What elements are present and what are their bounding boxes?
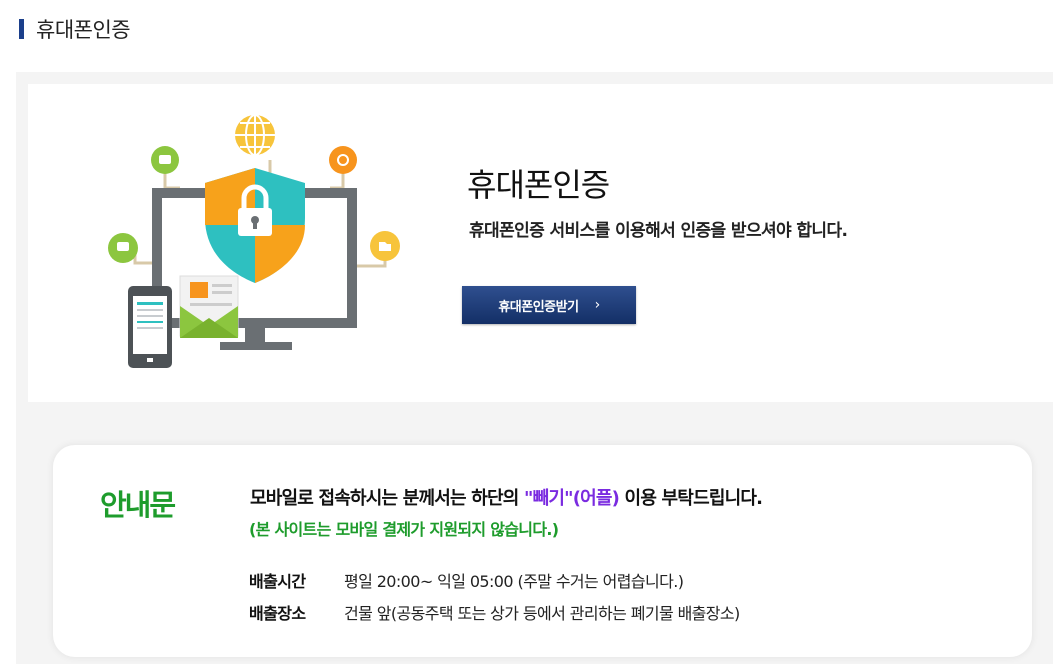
notice-message-pre: 모바일로 접속하시는 분께서는 하단의	[250, 488, 525, 509]
phone-auth-button[interactable]: 휴대폰인증받기 ›	[462, 286, 636, 324]
info-value: 평일 20:00~ 익일 05:00 (주말 수거는 어렵습니다.)	[344, 572, 684, 591]
info-label: 배출시간	[249, 572, 306, 591]
header-accent-bar	[19, 19, 24, 39]
chevron-right-icon: ›	[594, 297, 601, 313]
notice-app-name: "빼기"(어플)	[524, 488, 620, 509]
info-row-place: 배출장소 건물 앞(공동주택 또는 상가 등에서 관리하는 폐기물 배출장소)	[249, 600, 740, 624]
auth-title: 휴대폰인증	[467, 166, 610, 204]
notice-card	[53, 445, 1032, 657]
info-label: 배출장소	[249, 604, 306, 623]
notice-message-post: 이용 부탁드립니다.	[619, 488, 763, 509]
notice-submessage: (본 사이트는 모바일 결제가 지원되지 않습니다.)	[249, 520, 559, 539]
security-illustration-icon	[108, 114, 400, 368]
notice-label: 안내문	[100, 488, 176, 522]
info-value: 건물 앞(공동주택 또는 상가 등에서 관리하는 폐기물 배출장소)	[344, 604, 740, 623]
phone-auth-button-label: 휴대폰인증받기	[498, 299, 579, 315]
page-header: 휴대폰인증	[19, 14, 131, 44]
page-title: 휴대폰인증	[36, 18, 131, 42]
info-row-time: 배출시간 평일 20:00~ 익일 05:00 (주말 수거는 어렵습니다.)	[249, 568, 684, 592]
auth-description: 휴대폰인증 서비스를 이용해서 인증을 받으셔야 합니다.	[469, 221, 848, 241]
notice-message: 모바일로 접속하시는 분께서는 하단의 "빼기"(어플) 이용 부탁드립니다.	[250, 484, 763, 510]
